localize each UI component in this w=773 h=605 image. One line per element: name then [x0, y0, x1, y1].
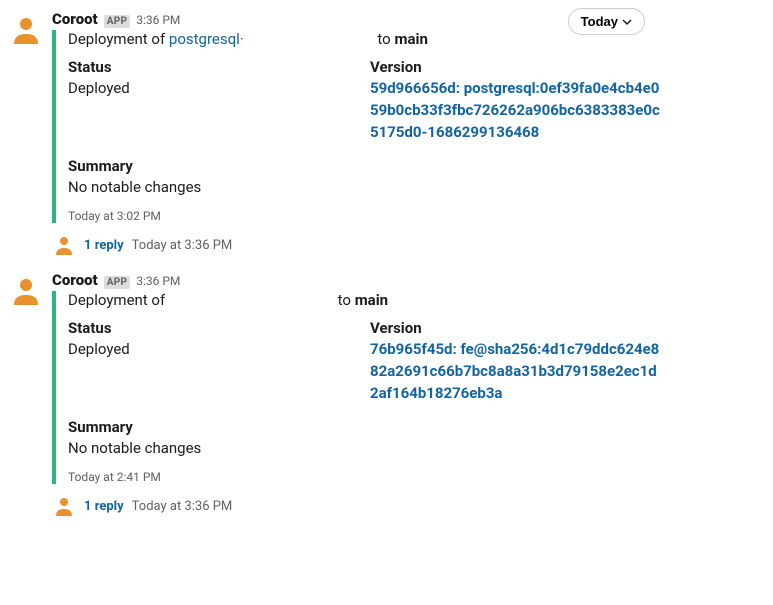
- version-label: Version: [370, 58, 660, 76]
- status-value: Deployed: [68, 78, 358, 100]
- target-branch: main: [394, 30, 427, 48]
- version-field: Version 59d966656d: postgresql:0ef39fa0e…: [370, 58, 660, 143]
- today-button-label: Today: [581, 14, 618, 29]
- thread-timestamp: Today at 3:36 PM: [132, 499, 233, 514]
- avatar: [8, 273, 44, 309]
- thread-summary[interactable]: 1 reply Today at 3:36 PM: [52, 490, 757, 528]
- attachment-footer-timestamp: Today at 3:02 PM: [68, 209, 652, 223]
- reply-avatar: [52, 233, 76, 257]
- status-value: Deployed: [68, 339, 358, 361]
- version-label: Version: [370, 319, 660, 337]
- version-field: Version 76b965f45d: fe@sha256:4d1c79ddc6…: [370, 319, 660, 404]
- chevron-down-icon: [622, 17, 632, 27]
- reply-avatar: [52, 494, 76, 518]
- title-prefix: Deployment of: [68, 291, 169, 309]
- version-link[interactable]: 59d966656d: postgresql:0ef39fa0e4cb4e059…: [370, 78, 660, 143]
- message: Coroot APP 3:36 PM Deployment of postgre…: [0, 6, 773, 267]
- thread-summary[interactable]: 1 reply Today at 3:36 PM: [52, 229, 757, 267]
- sender-name[interactable]: Coroot: [52, 271, 98, 289]
- message-timestamp[interactable]: 3:36 PM: [136, 13, 180, 27]
- summary-value: No notable changes: [68, 177, 652, 199]
- attachment: Deployment of to main Status Deployed Ve…: [52, 291, 652, 484]
- today-jump-button[interactable]: Today: [568, 8, 645, 35]
- reply-count-link[interactable]: 1 reply: [84, 499, 124, 514]
- summary-label: Summary: [68, 157, 652, 175]
- sender-name[interactable]: Coroot: [52, 10, 98, 28]
- thread-timestamp: Today at 3:36 PM: [132, 238, 233, 253]
- title-mid: to: [334, 291, 355, 309]
- summary-field: Summary No notable changes: [68, 157, 652, 199]
- attachment: Deployment of postgresql· to main Status…: [52, 30, 652, 223]
- attachment-title: Deployment of to main: [68, 291, 652, 309]
- status-label: Status: [68, 58, 358, 76]
- summary-value: No notable changes: [68, 438, 652, 460]
- status-field: Status Deployed: [68, 58, 358, 143]
- title-prefix: Deployment of: [68, 30, 169, 48]
- reply-count-link[interactable]: 1 reply: [84, 238, 124, 253]
- message-timestamp[interactable]: 3:36 PM: [136, 274, 180, 288]
- target-branch: main: [355, 291, 388, 309]
- title-mid: to: [374, 30, 395, 48]
- summary-label: Summary: [68, 418, 652, 436]
- attachment-footer-timestamp: Today at 2:41 PM: [68, 470, 652, 484]
- status-field: Status Deployed: [68, 319, 358, 404]
- message: Coroot APP 3:36 PM Deployment of to main…: [0, 267, 773, 528]
- message-header: Coroot APP 3:36 PM: [52, 10, 757, 28]
- deployment-link[interactable]: postgresql·: [169, 30, 244, 48]
- app-badge: APP: [104, 15, 131, 28]
- message-header: Coroot APP 3:36 PM: [52, 271, 757, 289]
- status-label: Status: [68, 319, 358, 337]
- app-badge: APP: [104, 276, 131, 289]
- summary-field: Summary No notable changes: [68, 418, 652, 460]
- version-link[interactable]: 76b965f45d: fe@sha256:4d1c79ddc624e882a2…: [370, 339, 660, 404]
- avatar: [8, 12, 44, 48]
- attachment-title: Deployment of postgresql· to main: [68, 30, 652, 48]
